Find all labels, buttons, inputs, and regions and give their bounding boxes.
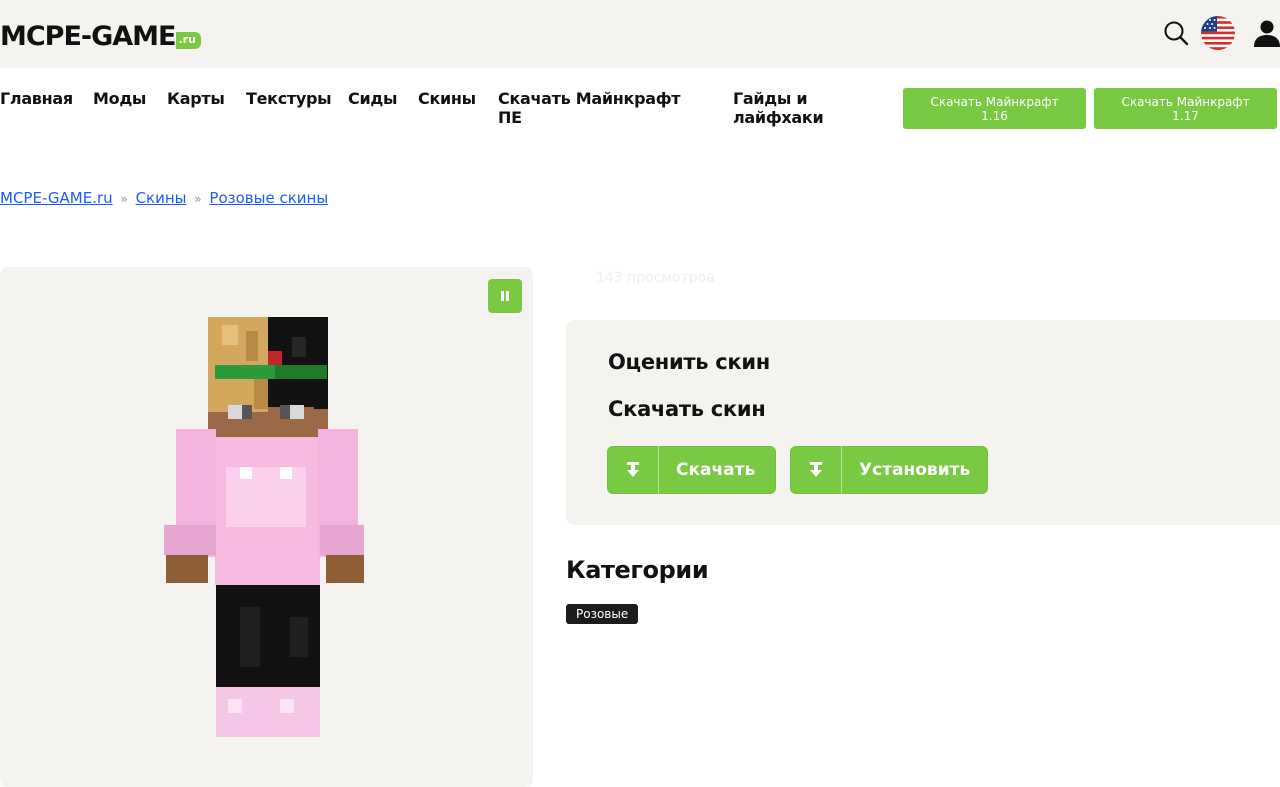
top-bar: MCPE-GAME .ru [0,0,1280,68]
download-117-line1: Скачать Майнкрафт [1121,94,1250,109]
download-skin-title: Скачать скин [608,397,766,421]
nav-item-seeds[interactable]: Сиды [348,89,397,108]
install-icon [809,462,822,477]
install-skin-button[interactable]: Установить [790,446,988,494]
nav-item-textures[interactable]: Текстуры [246,89,332,108]
pause-icon [501,291,509,301]
skin-preview-panel[interactable] [0,267,533,787]
skin-preview-image [164,317,364,737]
main-nav: Главная Моды Карты Текстуры Сиды Скины С… [0,68,1280,158]
breadcrumb-pink-skins[interactable]: Розовые скины [209,189,328,207]
breadcrumb-separator: » [194,192,202,206]
category-tag-pink[interactable]: Розовые [566,604,639,624]
breadcrumb-separator: » [120,192,128,206]
breadcrumb: MCPE-GAME.ru » Скины » Розовые скины [0,189,328,207]
logo-text: MCPE-GAME [0,21,176,52]
nav-item-guides[interactable]: Гайды и лайфхаки [733,89,843,127]
breadcrumb-home[interactable]: MCPE-GAME.ru [0,189,113,207]
download-116-line1: Скачать Майнкрафт [930,94,1059,109]
language-button[interactable] [1201,16,1235,50]
download-116-text: Скачать Майнкрафт 1.16 [930,95,1058,123]
view-count: 143 просмотров [596,270,715,286]
nav-item-skins[interactable]: Скины [418,89,476,108]
download-minecraft-117-button[interactable]: Скачать Майнкрафт 1.17 [1094,88,1277,129]
pause-animation-button[interactable] [488,279,522,313]
site-logo[interactable]: MCPE-GAME .ru [0,18,201,52]
user-icon [1254,20,1280,47]
rate-skin-title: Оценить скин [608,350,770,374]
search-icon [1164,21,1189,46]
download-skin-label: Скачать [676,460,756,480]
download-117-text: Скачать Майнкрафт 1.17 [1121,95,1249,123]
logo-ru-badge: .ru [175,32,201,49]
nav-item-maps[interactable]: Карты [167,89,225,108]
download-skin-button[interactable]: Скачать [607,446,776,494]
download-icon-wrap [607,446,659,494]
categories-title: Категории [566,556,709,584]
download-minecraft-116-button[interactable]: Скачать Майнкрафт 1.16 [903,88,1086,129]
nav-item-download-mcpe[interactable]: Скачать Майнкрафт ПЕ [498,89,703,127]
install-skin-label: Установить [859,460,971,480]
nav-item-home[interactable]: Главная [0,89,73,108]
account-button[interactable] [1250,16,1280,50]
search-button[interactable] [1159,16,1193,50]
download-117-version: 1.17 [1172,108,1199,123]
download-116-version: 1.16 [981,108,1008,123]
download-icon [626,462,639,477]
breadcrumb-skins[interactable]: Скины [136,189,187,207]
us-flag-icon [1201,16,1235,50]
nav-item-mods[interactable]: Моды [93,89,146,108]
install-icon-wrap [790,446,842,494]
